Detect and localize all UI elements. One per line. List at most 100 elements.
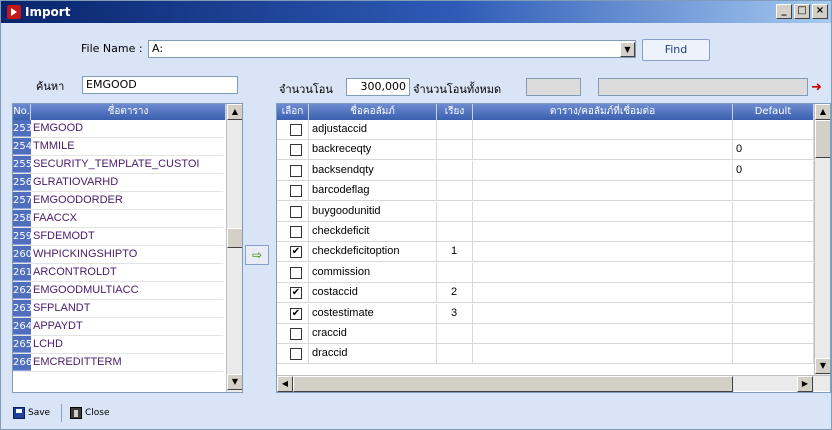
table-list-row[interactable]: 254 TMMILE — [13, 138, 223, 156]
column-grid-hscrollbar[interactable]: ◀ ▶ — [277, 375, 830, 392]
link-cell[interactable] — [473, 262, 733, 283]
select-checkbox[interactable]: ✔ — [290, 307, 302, 320]
order-cell[interactable] — [437, 201, 473, 222]
order-cell[interactable]: 2 — [437, 283, 473, 304]
order-cell[interactable]: 1 — [437, 242, 473, 263]
table-list-row[interactable]: 262 EMGOODMULTIACC — [13, 282, 223, 300]
transfer-arrow-button[interactable]: ⇨ — [245, 245, 269, 265]
default-cell[interactable] — [733, 222, 814, 242]
link-cell[interactable] — [473, 324, 733, 344]
find-button[interactable]: Find — [642, 39, 710, 61]
default-cell[interactable]: 0 — [733, 160, 814, 181]
maximize-button[interactable]: □ — [794, 4, 810, 19]
column-cell[interactable]: costaccid — [309, 283, 437, 304]
scroll-thumb[interactable] — [227, 228, 242, 248]
search-input[interactable]: EMGOOD — [82, 76, 238, 94]
column-cell[interactable]: backsendqty — [309, 160, 437, 181]
column-grid-row[interactable]: ✔ checkdeficitoption 1 — [277, 242, 817, 263]
link-cell[interactable] — [473, 344, 733, 365]
order-cell[interactable] — [437, 181, 473, 202]
scroll-up-button[interactable]: ▲ — [227, 104, 242, 120]
table-list-row[interactable]: 260 WHPICKINGSHIPTO — [13, 246, 223, 264]
link-cell[interactable] — [473, 283, 733, 304]
table-list-row[interactable]: 258 FAACCX — [13, 210, 223, 228]
column-cell[interactable]: costestimate — [309, 303, 437, 324]
link-cell[interactable] — [473, 303, 733, 324]
table-list-scrollbar[interactable]: ▲ ▼ — [226, 104, 242, 392]
table-list-row[interactable]: 253 EMGOOD — [13, 120, 223, 138]
column-grid-row[interactable]: ✔ costestimate 3 — [277, 303, 817, 324]
grid-vscroll-thumb[interactable] — [815, 120, 830, 158]
column-grid-row[interactable]: checkdeficit — [277, 222, 817, 242]
link-cell[interactable] — [473, 160, 733, 181]
grid-scroll-down-button[interactable]: ▼ — [815, 358, 830, 374]
link-cell[interactable] — [473, 201, 733, 222]
file-name-dropdown-button[interactable]: ▼ — [620, 42, 635, 57]
select-checkbox[interactable]: ✔ — [290, 246, 302, 259]
order-cell[interactable] — [437, 344, 473, 365]
table-list-row[interactable]: 266 EMCREDITTERM — [13, 354, 223, 372]
select-checkbox[interactable] — [290, 185, 302, 198]
column-cell[interactable]: checkdeficit — [309, 222, 437, 242]
table-list-row[interactable]: 255 SECURITY_TEMPLATE_CUSTOI — [13, 156, 223, 174]
link-cell[interactable] — [473, 242, 733, 263]
table-list-row[interactable]: 259 SFDEMODT — [13, 228, 223, 246]
column-grid-row[interactable]: barcodeflag — [277, 181, 817, 202]
default-cell[interactable] — [733, 283, 814, 304]
table-list-row[interactable]: 257 EMGOODORDER — [13, 192, 223, 210]
default-cell[interactable] — [733, 303, 814, 324]
column-grid-row[interactable]: ✔ costaccid 2 — [277, 283, 817, 304]
order-cell[interactable] — [437, 120, 473, 140]
column-grid-row[interactable]: adjustaccid — [277, 120, 817, 140]
order-cell[interactable] — [437, 140, 473, 161]
save-button[interactable]: Save — [13, 407, 50, 419]
select-checkbox[interactable] — [290, 348, 302, 361]
column-grid-row[interactable]: draccid — [277, 344, 817, 365]
column-grid-vscrollbar[interactable]: ▲ ▼ — [814, 104, 830, 376]
close-window-button[interactable]: × — [812, 4, 828, 19]
column-grid-row[interactable]: commission — [277, 262, 817, 283]
grid-scroll-up-button[interactable]: ▲ — [815, 104, 830, 120]
order-cell[interactable]: 3 — [437, 303, 473, 324]
default-cell[interactable] — [733, 324, 814, 344]
column-grid-row[interactable]: craccid — [277, 324, 817, 344]
select-checkbox[interactable] — [290, 328, 302, 340]
column-cell[interactable]: adjustaccid — [309, 120, 437, 140]
table-list-row[interactable]: 256 GLRATIOVARHD — [13, 174, 223, 192]
column-cell[interactable]: checkdeficitoption — [309, 242, 437, 263]
column-grid-row[interactable]: buygoodunitid — [277, 201, 817, 222]
default-cell[interactable] — [733, 242, 814, 263]
default-cell[interactable] — [733, 344, 814, 365]
default-cell[interactable] — [733, 181, 814, 202]
select-checkbox[interactable] — [290, 124, 302, 136]
order-cell[interactable] — [437, 222, 473, 242]
column-grid-row[interactable]: backreceqty 0 — [277, 140, 817, 161]
file-name-combo[interactable]: A: — [148, 40, 636, 58]
default-cell[interactable] — [733, 201, 814, 222]
select-checkbox[interactable] — [290, 205, 302, 218]
table-list-row[interactable]: 261 ARCONTROLDT — [13, 264, 223, 282]
select-checkbox[interactable] — [290, 226, 302, 238]
table-list-row[interactable]: 265 LCHD — [13, 336, 223, 354]
grid-scroll-left-button[interactable]: ◀ — [277, 376, 293, 392]
order-cell[interactable] — [437, 262, 473, 283]
order-cell[interactable] — [437, 160, 473, 181]
column-cell[interactable]: commission — [309, 262, 437, 283]
column-grid-row[interactable]: backsendqty 0 — [277, 160, 817, 181]
red-arrow-icon[interactable]: ➜ — [811, 80, 822, 95]
title-bar[interactable]: Import _ □ × — [1, 1, 831, 23]
grid-scroll-right-button[interactable]: ▶ — [797, 376, 813, 392]
select-checkbox[interactable]: ✔ — [290, 287, 302, 300]
scroll-down-button[interactable]: ▼ — [227, 374, 242, 390]
transfer-count-input[interactable]: 300,000 — [346, 78, 410, 96]
default-cell[interactable] — [733, 120, 814, 140]
table-list-row[interactable]: 264 APPAYDT — [13, 318, 223, 336]
grid-hscroll-thumb[interactable] — [293, 376, 733, 392]
close-button[interactable]: Close — [70, 407, 110, 419]
link-cell[interactable] — [473, 181, 733, 202]
link-cell[interactable] — [473, 140, 733, 161]
order-cell[interactable] — [437, 324, 473, 344]
column-cell[interactable]: draccid — [309, 344, 437, 365]
default-cell[interactable] — [733, 262, 814, 283]
default-cell[interactable]: 0 — [733, 140, 814, 161]
